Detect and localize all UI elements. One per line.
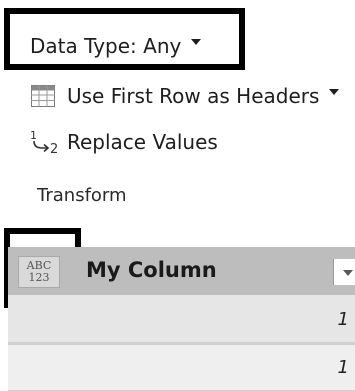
replace-values-label: Replace Values	[67, 130, 218, 154]
data-type-label: Data Type: Any	[30, 34, 182, 58]
svg-text:1: 1	[30, 129, 37, 142]
data-type-any-icon[interactable]: ABC 123	[18, 256, 60, 288]
table-row[interactable]: 1	[8, 295, 355, 343]
cell-value: 1	[337, 357, 349, 378]
cell-value: 1	[337, 309, 349, 330]
replace-values-icon: 1 2	[29, 128, 63, 157]
column-filter-dropdown[interactable]	[333, 259, 355, 285]
chevron-down-icon	[329, 89, 340, 95]
row-divider	[8, 343, 355, 345]
replace-values-button[interactable]: 1 2 Replace Values	[29, 124, 218, 160]
data-type-dropdown[interactable]: Data Type: Any	[30, 30, 202, 62]
table-row[interactable]: 1	[8, 343, 355, 391]
transform-group-label: Transform	[37, 185, 127, 206]
column-name: My Column	[86, 258, 217, 282]
chevron-down-icon	[191, 39, 202, 45]
use-first-row-label: Use First Row as Headers	[67, 84, 320, 108]
svg-text:2: 2	[50, 142, 58, 156]
use-first-row-as-headers-button[interactable]: Use First Row as Headers	[31, 80, 340, 112]
type-icon-123: 123	[28, 271, 50, 284]
table-headers-icon	[31, 85, 55, 107]
